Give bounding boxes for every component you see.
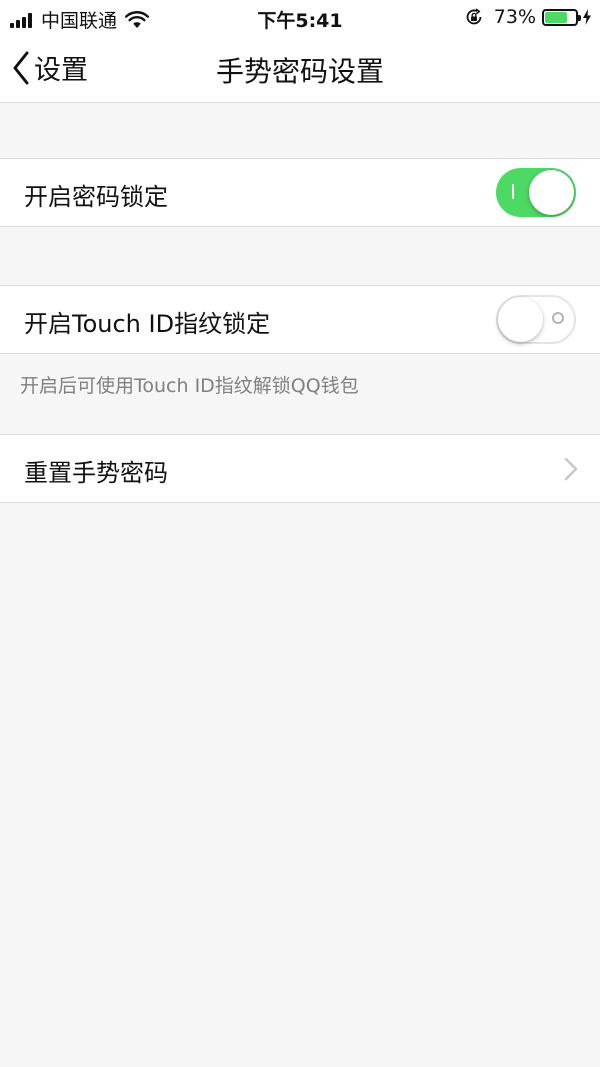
battery-icon (542, 8, 581, 26)
signal-icon (10, 12, 34, 28)
toggle-knob (529, 170, 574, 215)
enable-lock-label: 开启密码锁定 (24, 183, 168, 211)
toggle-knob (498, 297, 543, 342)
orientation-lock-icon (466, 8, 482, 25)
touch-id-hint: 开启后可使用Touch ID指纹解锁QQ钱包 (20, 375, 359, 397)
back-button-label: 设置 (34, 55, 88, 86)
enable-lock-row: 开启密码锁定 (0, 158, 600, 227)
navigation-bar: 设置 手势密码设置 (0, 34, 600, 103)
touch-id-label: 开启Touch ID指纹锁定 (24, 310, 271, 338)
page-title: 手势密码设置 (215, 55, 384, 88)
carrier-name: 中国联通 (41, 10, 118, 32)
status-bar-left: 中国联通 (10, 6, 150, 33)
chevron-left-icon (13, 51, 29, 84)
battery-percent: 73% (493, 6, 536, 28)
toggle-on-mark (512, 184, 514, 199)
charging-bolt-icon (583, 9, 591, 25)
reset-gesture-password-row[interactable]: 重置手势密码 (0, 434, 600, 503)
reset-gesture-password-label: 重置手势密码 (24, 459, 168, 487)
back-button[interactable]: 设置 (12, 48, 88, 87)
touch-id-row: 开启Touch ID指纹锁定 (0, 285, 600, 354)
enable-lock-toggle[interactable] (496, 168, 576, 217)
chevron-right-icon (564, 457, 578, 481)
status-bar: 中国联通 下午5:41 73% (0, 0, 600, 34)
touch-id-toggle[interactable] (496, 295, 576, 344)
status-bar-right: 73% (464, 6, 592, 28)
toggle-off-mark (552, 312, 564, 324)
wifi-icon (125, 10, 150, 28)
battery-fill (545, 11, 567, 23)
